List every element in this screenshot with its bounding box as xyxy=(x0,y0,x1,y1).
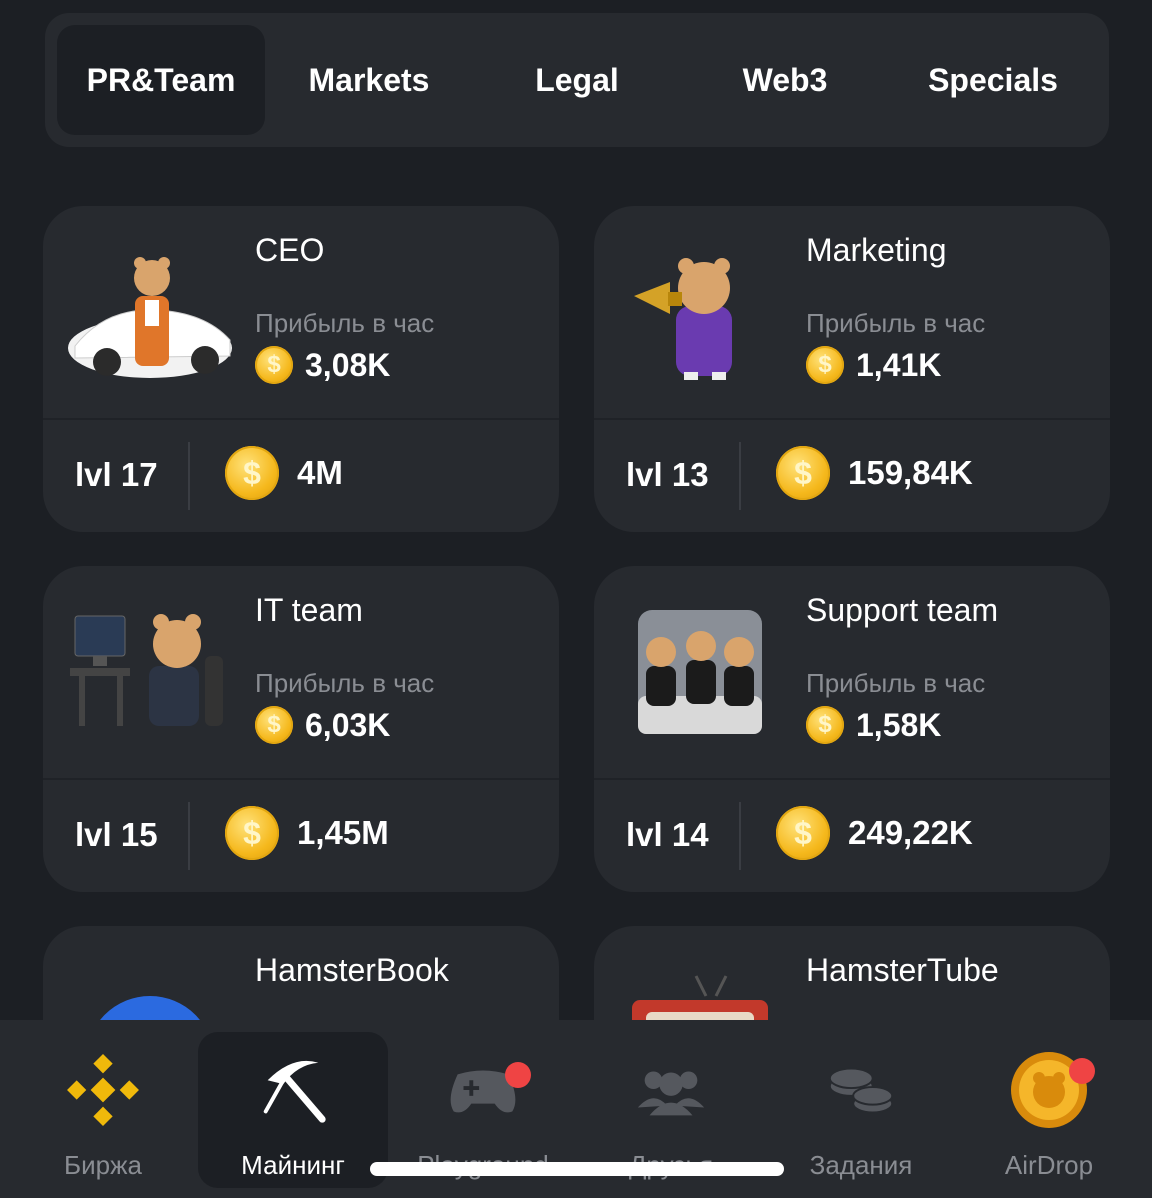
profit-value: 1,41K xyxy=(856,346,942,383)
coins-icon xyxy=(821,1050,901,1130)
profit-label: Прибыль в час xyxy=(806,308,986,338)
vertical-divider xyxy=(188,442,190,510)
pickaxe-icon xyxy=(253,1050,333,1130)
card-level: lvl 17 xyxy=(75,456,158,493)
hamster-megaphone-image xyxy=(634,258,732,380)
upgrade-card-it-team[interactable]: IT team Прибыль в час $ 6,03K lvl 15 $ 1… xyxy=(43,566,559,892)
gamepad-icon xyxy=(443,1050,531,1130)
upgrade-cost: 1,45M xyxy=(297,814,389,851)
card-title: CEO xyxy=(255,232,325,268)
profit-row: $ 6,03K xyxy=(255,706,390,744)
notification-badge xyxy=(1069,1058,1095,1084)
cost-row: $ 4M xyxy=(225,446,343,500)
card-title: HamsterTube xyxy=(806,952,999,988)
nav-label: Биржа xyxy=(64,1150,142,1180)
profit-row: $ 3,08K xyxy=(255,346,390,384)
coin-icon: $ xyxy=(225,806,279,860)
tab-pr-team[interactable]: PR&Team xyxy=(57,25,265,135)
profit-row: $ 1,41K xyxy=(806,346,941,384)
card-level: lvl 15 xyxy=(75,816,158,853)
tab-markets[interactable]: Markets xyxy=(265,25,473,135)
hamster-computer-image xyxy=(70,614,223,726)
profit-label: Прибыль в час xyxy=(255,668,435,698)
nav-airdrop[interactable]: AirDrop xyxy=(954,1032,1144,1188)
cost-row: $ 249,22K xyxy=(776,806,973,860)
upgrade-cost: 4M xyxy=(297,454,343,491)
coin-icon: $ xyxy=(776,446,830,500)
nav-exchange[interactable]: Биржа xyxy=(8,1032,198,1188)
card-divider xyxy=(594,778,1110,780)
upgrade-card-support-team[interactable]: Support team Прибыль в час $ 1,58K lvl 1… xyxy=(594,566,1110,892)
coin-icon: $ xyxy=(806,346,844,384)
profit-value: 6,03K xyxy=(305,706,391,743)
card-title: Support team xyxy=(806,592,999,628)
coin-icon: $ xyxy=(806,706,844,744)
profit-value: 1,58K xyxy=(856,706,942,743)
cost-row: $ 159,84K xyxy=(776,446,973,500)
home-indicator xyxy=(370,1162,784,1176)
vertical-divider xyxy=(188,802,190,870)
cost-row: $ 1,45M xyxy=(225,806,389,860)
profit-label: Прибыль в час xyxy=(255,308,435,338)
coin-icon: $ xyxy=(255,346,293,384)
vertical-divider xyxy=(739,802,741,870)
nav-label: AirDrop xyxy=(1004,1150,1094,1180)
card-title: Marketing xyxy=(806,232,947,268)
hamster-coin-icon xyxy=(1009,1050,1095,1130)
card-title: HamsterBook xyxy=(255,952,449,988)
hamster-ceo-car-image xyxy=(68,257,232,378)
coin-icon: $ xyxy=(776,806,830,860)
upgrade-card-ceo[interactable]: CEO Прибыль в час $ 3,08K lvl 17 $ 4M xyxy=(43,206,559,532)
upgrade-card-marketing[interactable]: Marketing Прибыль в час $ 1,41K lvl 13 $… xyxy=(594,206,1110,532)
card-level: lvl 14 xyxy=(626,816,709,853)
coin-icon: $ xyxy=(225,446,279,500)
hamsters-support-image xyxy=(638,610,762,734)
nav-tasks[interactable]: Задания xyxy=(766,1032,956,1188)
coin-icon: $ xyxy=(255,706,293,744)
card-level: lvl 13 xyxy=(626,456,709,493)
card-title: IT team xyxy=(255,592,363,628)
nav-mining[interactable]: Майнинг xyxy=(198,1032,388,1188)
nav-label: Майнинг xyxy=(241,1150,345,1180)
upgrade-cost: 159,84K xyxy=(848,454,973,491)
tab-specials[interactable]: Specials xyxy=(889,25,1097,135)
category-tabs: PR&Team Markets Legal Web3 Specials xyxy=(45,13,1109,147)
friends-icon xyxy=(631,1050,711,1130)
vertical-divider xyxy=(739,442,741,510)
card-divider xyxy=(43,778,559,780)
card-divider xyxy=(43,418,559,420)
binance-icon xyxy=(63,1050,143,1130)
upgrade-cost: 249,22K xyxy=(848,814,973,851)
card-divider xyxy=(594,418,1110,420)
notification-badge xyxy=(505,1062,531,1088)
profit-value: 3,08K xyxy=(305,346,391,383)
profit-row: $ 1,58K xyxy=(806,706,941,744)
tab-legal[interactable]: Legal xyxy=(473,25,681,135)
nav-label: Задания xyxy=(809,1150,913,1180)
profit-label: Прибыль в час xyxy=(806,668,986,698)
tab-web3[interactable]: Web3 xyxy=(681,25,889,135)
